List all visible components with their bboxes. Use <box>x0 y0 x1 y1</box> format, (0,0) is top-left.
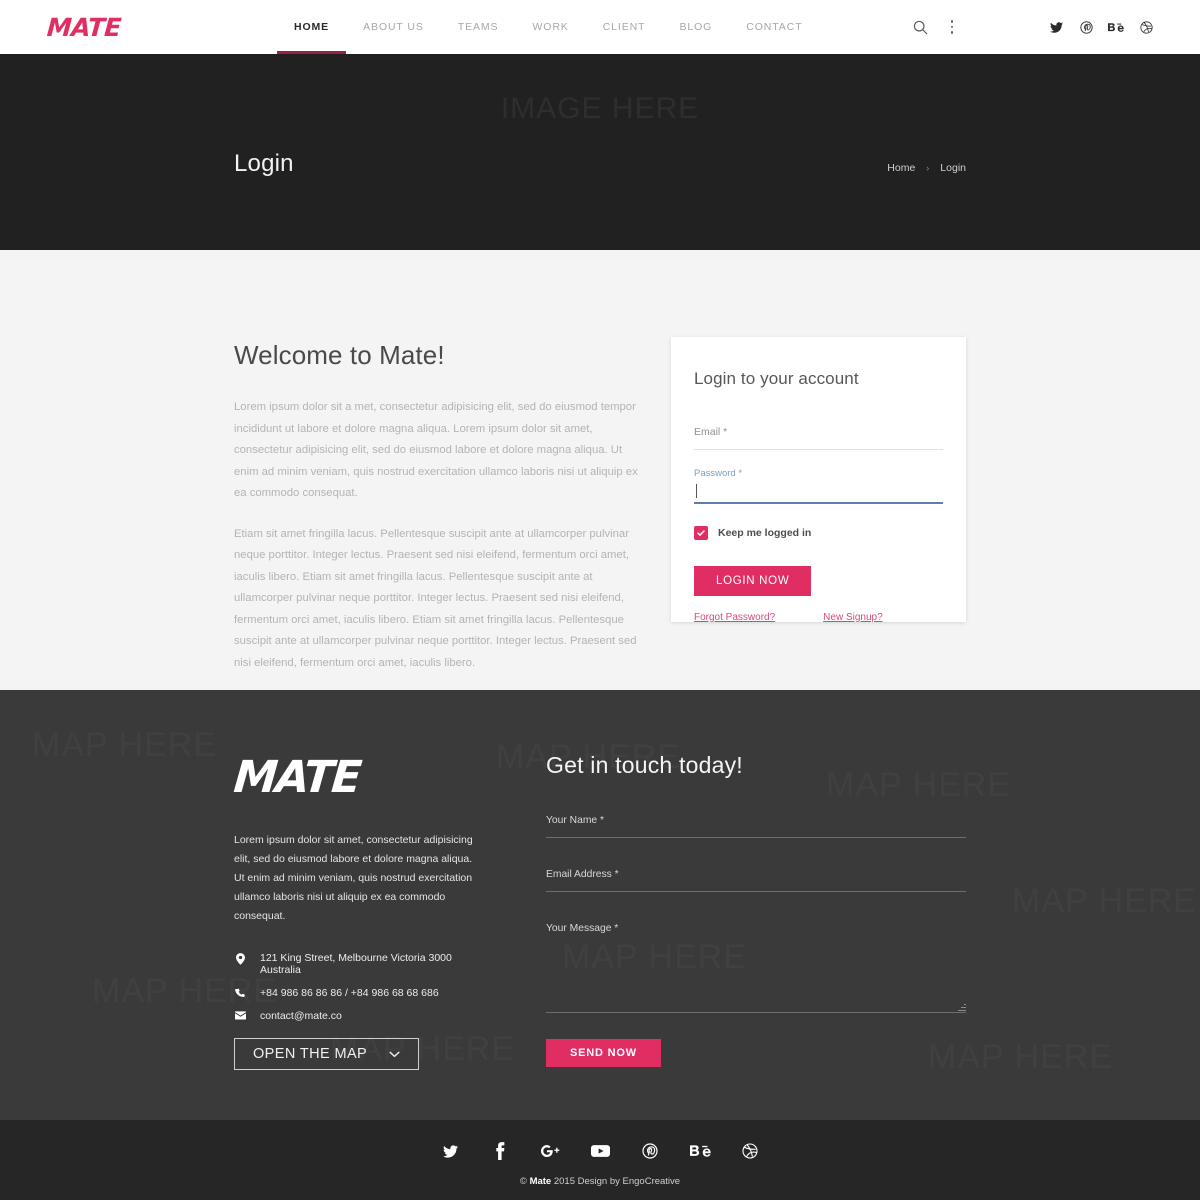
footer-phone-text: +84 986 86 86 86 / +84 986 68 68 686 <box>260 987 439 999</box>
dribbble-icon[interactable] <box>1136 17 1156 37</box>
location-pin-icon <box>234 953 246 965</box>
email-field-label: Email * <box>694 426 728 438</box>
behance-icon[interactable] <box>1106 17 1126 37</box>
page-hero: IMAGE HERE Login Home › Login <box>0 54 1200 250</box>
your-name-label: Your Name * <box>546 815 605 826</box>
open-the-map-label: OPEN THE MAP <box>253 1046 368 1062</box>
footer-phone-row: +84 986 86 86 86 / +84 986 68 68 686 <box>234 987 484 999</box>
footer-watermark-text: MAP HERE <box>1012 882 1197 921</box>
login-card-links: Forgot Password? New Signup? <box>694 612 943 623</box>
login-card-title: Login to your account <box>694 369 859 388</box>
login-card: Login to your account Email * Password *… <box>671 337 966 623</box>
twitter-icon[interactable] <box>1046 17 1066 37</box>
main-navigation: HOME ABOUT US TEAMS WORK CLIENT BLOG CON… <box>276 0 820 54</box>
copyright-brand: Mate <box>529 1176 552 1187</box>
keep-logged-in-label: Keep me logged in <box>718 526 812 539</box>
your-message-field-group[interactable]: Your Message * <box>546 923 966 1013</box>
nav-item-contact[interactable]: CONTACT <box>729 0 819 54</box>
footer-about-column: MATE Lorem ipsum dolor sit amet, consect… <box>232 752 484 1067</box>
twitter-icon[interactable] <box>439 1140 461 1162</box>
main-content: Welcome to Mate! Lorem ipsum dolor sit a… <box>0 250 1200 690</box>
welcome-heading: Welcome to Mate! <box>234 340 445 370</box>
hero-watermark-text: IMAGE HERE <box>500 92 700 125</box>
chevron-down-icon <box>389 1046 400 1062</box>
site-footer: MAP HERE MAP HERE MAP HERE MAP HERE MAP … <box>0 690 1200 1120</box>
pinterest-icon[interactable] <box>639 1140 661 1162</box>
header-actions <box>904 11 1156 43</box>
your-message-label: Your Message * <box>546 923 619 934</box>
nav-item-home[interactable]: HOME <box>276 0 347 54</box>
password-field-group[interactable]: Password * <box>694 468 943 504</box>
text-cursor <box>696 484 697 498</box>
welcome-paragraph-1: Lorem ipsum dolor sit a met, consectetur… <box>234 401 638 499</box>
footer-email-row: contact@mate.co <box>234 1010 484 1022</box>
your-name-field-group[interactable]: Your Name * <box>546 815 966 838</box>
nav-item-blog[interactable]: BLOG <box>662 0 729 54</box>
password-field-underline <box>694 502 943 504</box>
nav-item-about-us[interactable]: ABOUT US <box>346 0 441 54</box>
copyright-rest: 2015 Design by EngoCreative <box>553 1176 681 1187</box>
footer-address-text: 121 King Street, Melbourne Victoria 3000… <box>260 952 452 976</box>
keep-logged-in-row[interactable]: Keep me logged in <box>694 525 943 540</box>
copyright-symbol: © <box>519 1176 527 1187</box>
more-vertical-icon[interactable] <box>936 11 968 43</box>
your-name-underline <box>546 837 966 838</box>
email-address-label: Email Address * <box>546 869 619 880</box>
nav-item-client[interactable]: CLIENT <box>586 0 663 54</box>
footer-social-links <box>439 1140 761 1162</box>
footer-logo[interactable]: MATE <box>232 752 362 803</box>
nav-item-teams[interactable]: TEAMS <box>441 0 516 54</box>
welcome-section: Welcome to Mate! Lorem ipsum dolor sit a… <box>234 340 648 693</box>
textarea-resize-handle[interactable] <box>958 1003 966 1011</box>
footer-contact-column: Get in touch today! Your Name * Email Ad… <box>546 752 966 1067</box>
breadcrumb: Home › Login <box>887 162 966 174</box>
forgot-password-link[interactable]: Forgot Password? <box>694 612 775 623</box>
send-now-button[interactable]: SEND NOW <box>546 1039 661 1067</box>
new-signup-link[interactable]: New Signup? <box>823 612 882 623</box>
open-the-map-button[interactable]: OPEN THE MAP <box>234 1038 420 1070</box>
footer-email-text: contact@mate.co <box>260 1010 342 1022</box>
keep-logged-in-checkbox[interactable] <box>694 525 708 540</box>
youtube-icon[interactable] <box>589 1140 611 1162</box>
footer-watermark-text: MAP HERE <box>32 726 217 765</box>
footer-address-row: 121 King Street, Melbourne Victoria 3000… <box>234 952 484 976</box>
behance-icon[interactable] <box>689 1140 711 1162</box>
footer-about-text: Lorem ipsum dolor sit amet, consectetur … <box>234 834 473 922</box>
email-address-field-group[interactable]: Email Address * <box>546 869 966 892</box>
dribbble-icon[interactable] <box>739 1140 761 1162</box>
hero-content: Login Home › Login <box>234 150 966 178</box>
password-field-label: Password * <box>694 468 743 479</box>
google-plus-icon[interactable] <box>539 1140 561 1162</box>
bottom-bar: © Mate 2015 Design by EngoCreative 素材天下 … <box>0 1120 1200 1200</box>
copyright-text: © Mate 2015 Design by EngoCreative <box>520 1176 680 1187</box>
site-header: MATE HOME ABOUT US TEAMS WORK CLIENT BLO… <box>0 0 1200 54</box>
header-social-links <box>1046 17 1156 37</box>
welcome-paragraph-2: Etiam sit amet fringilla lacus. Pellente… <box>234 527 637 669</box>
site-logo[interactable]: MATE <box>46 13 122 42</box>
login-now-button[interactable]: LOGIN NOW <box>694 565 812 596</box>
email-field-underline <box>694 449 943 450</box>
your-message-underline <box>546 1004 966 1013</box>
nav-item-work[interactable]: WORK <box>515 0 585 54</box>
breadcrumb-separator-icon: › <box>926 163 930 173</box>
breadcrumb-item-current: Login <box>940 162 966 174</box>
page-title: Login <box>234 150 294 177</box>
breadcrumb-item-home[interactable]: Home <box>887 162 915 174</box>
facebook-icon[interactable] <box>489 1140 511 1162</box>
search-icon[interactable] <box>904 11 936 43</box>
envelope-icon <box>234 1011 246 1020</box>
pinterest-icon[interactable] <box>1076 17 1096 37</box>
phone-icon <box>234 988 246 999</box>
email-address-underline <box>546 891 966 892</box>
email-field-group[interactable]: Email * <box>694 426 943 450</box>
contact-form-title: Get in touch today! <box>546 752 743 778</box>
